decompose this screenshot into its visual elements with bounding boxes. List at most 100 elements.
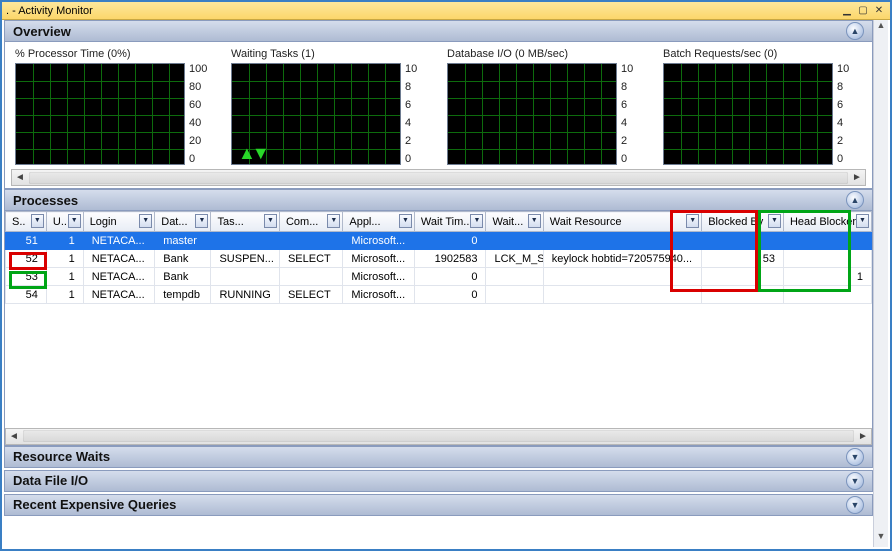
col-header[interactable]: Tas... ▼ <box>211 212 280 232</box>
cell-task <box>211 232 280 250</box>
filter-dropdown-icon[interactable]: ▼ <box>68 214 81 228</box>
filter-dropdown-icon[interactable]: ▼ <box>31 214 44 228</box>
scroll-left-icon[interactable]: ◄ <box>12 172 28 183</box>
table-row[interactable]: 531NETACA...BankMicrosoft...01 <box>6 268 872 286</box>
mini-chart-title: Database I/O (0 MB/sec) <box>447 48 647 60</box>
col-header[interactable]: Wait... ▼ <box>486 212 543 232</box>
main-vscroll[interactable]: ▲ ▼ <box>873 20 888 547</box>
cell-login: NETACA... <box>83 268 155 286</box>
scroll-up-icon[interactable]: ▲ <box>874 20 888 36</box>
filter-dropdown-icon[interactable]: ▼ <box>768 214 781 228</box>
mini-chart-title: Waiting Tasks (1) <box>231 48 431 60</box>
col-label: Login <box>90 216 117 228</box>
datafile-io-collapse-icon[interactable]: ▼ <box>846 472 864 490</box>
cell-cmd <box>279 268 342 286</box>
cell-app: Microsoft... <box>343 268 415 286</box>
expensive-queries-collapse-icon[interactable]: ▼ <box>846 496 864 514</box>
processes-header[interactable]: Processes ▲ <box>4 189 873 211</box>
resource-waits-header[interactable]: Resource Waits ▼ <box>4 446 873 468</box>
processes-body: S..▼U..▼Login▼Dat...▼Tas...▼Com...▼Appl.… <box>4 211 873 446</box>
cell-cmd: SELECT <box>279 286 342 304</box>
scroll-thumb[interactable] <box>874 36 888 531</box>
col-label: S.. <box>12 216 25 228</box>
cell-wres <box>543 268 701 286</box>
cell-wt: 0 <box>414 286 486 304</box>
titlebar[interactable]: . - Activity Monitor ▁ ▢ ✕ <box>2 2 890 20</box>
expensive-queries-header[interactable]: Recent Expensive Queries ▼ <box>4 494 873 516</box>
col-header[interactable]: U..▼ <box>46 212 83 232</box>
col-label: Wait... <box>492 216 523 228</box>
y-axis: 1086420 <box>833 63 863 165</box>
col-header[interactable]: S.. ▼ <box>6 212 47 232</box>
overview-hscroll[interactable]: ◄ ► <box>11 169 866 186</box>
chart-spike-icon: ▲▼ <box>238 143 266 164</box>
col-header[interactable]: Dat...▼ <box>155 212 211 232</box>
filter-dropdown-icon[interactable]: ▼ <box>856 214 869 228</box>
col-header[interactable]: Com... ▼ <box>279 212 342 232</box>
table-row[interactable]: 511NETACA...masterMicrosoft...0 <box>6 232 872 250</box>
scroll-right-icon[interactable]: ► <box>855 431 871 442</box>
filter-dropdown-icon[interactable]: ▼ <box>327 214 340 228</box>
filter-dropdown-icon[interactable]: ▼ <box>528 214 541 228</box>
processes-collapse-icon[interactable]: ▲ <box>846 191 864 209</box>
col-label: Wait Resource <box>550 216 622 228</box>
cell-cmd: SELECT <box>279 250 342 268</box>
expensive-queries-title: Recent Expensive Queries <box>13 497 176 512</box>
y-axis: 100806040200 <box>185 63 215 165</box>
filter-dropdown-icon[interactable]: ▼ <box>139 214 152 228</box>
col-header[interactable]: Blocked By▼ <box>702 212 784 232</box>
cell-db: Bank <box>155 250 211 268</box>
mini-chart-1: Waiting Tasks (1) ▲▼ 1086420 <box>231 48 431 165</box>
cell-app: Microsoft... <box>343 286 415 304</box>
table-header-row: S..▼U..▼Login▼Dat...▼Tas...▼Com...▼Appl.… <box>6 212 872 232</box>
cell-hb <box>783 286 871 304</box>
cell-sid: 51 <box>6 232 47 250</box>
processes-title: Processes <box>13 193 78 208</box>
scroll-track[interactable] <box>29 172 848 184</box>
scroll-right-icon[interactable]: ► <box>849 172 865 183</box>
col-header[interactable]: Wait Tim...▼ <box>414 212 486 232</box>
overview-header[interactable]: Overview ▲ <box>4 20 873 42</box>
filter-dropdown-icon[interactable]: ▼ <box>686 214 699 228</box>
table-row[interactable]: 541NETACA...tempdbRUNNINGSELECTMicrosoft… <box>6 286 872 304</box>
window-title: . - Activity Monitor <box>6 5 838 17</box>
cell-wt: 1902583 <box>414 250 486 268</box>
cell-wty <box>486 232 543 250</box>
table-row[interactable]: 521NETACA...BankSUSPEN...SELECTMicrosoft… <box>6 250 872 268</box>
col-header[interactable]: Appl...▼ <box>343 212 415 232</box>
filter-dropdown-icon[interactable]: ▼ <box>470 214 483 228</box>
cell-sid: 52 <box>6 250 47 268</box>
cell-wres <box>543 286 701 304</box>
col-header[interactable]: Login ▼ <box>83 212 155 232</box>
close-button[interactable]: ✕ <box>872 4 886 17</box>
scroll-left-icon[interactable]: ◄ <box>6 431 22 442</box>
filter-dropdown-icon[interactable]: ▼ <box>264 214 277 228</box>
col-label: Com... <box>286 216 318 228</box>
chart-canvas <box>663 63 833 165</box>
col-label: Wait Tim... <box>421 216 473 228</box>
y-axis: 1086420 <box>401 63 431 165</box>
processes-table[interactable]: S..▼U..▼Login▼Dat...▼Tas...▼Com...▼Appl.… <box>5 211 872 424</box>
scroll-down-icon[interactable]: ▼ <box>874 531 888 547</box>
cell-bby <box>702 286 784 304</box>
cell-db: tempdb <box>155 286 211 304</box>
cell-bby: 53 <box>702 250 784 268</box>
maximize-button[interactable]: ▢ <box>856 4 870 17</box>
overview-body: % Processor Time (0%)100806040200Waiting… <box>4 42 873 189</box>
overview-collapse-icon[interactable]: ▲ <box>846 22 864 40</box>
col-header[interactable]: Wait Resource ▼ <box>543 212 701 232</box>
minimize-button[interactable]: ▁ <box>840 4 854 17</box>
resource-waits-collapse-icon[interactable]: ▼ <box>846 448 864 466</box>
processes-hscroll[interactable]: ◄ ► <box>5 428 872 445</box>
cell-wres <box>543 232 701 250</box>
filter-dropdown-icon[interactable]: ▼ <box>399 214 412 228</box>
scroll-track[interactable] <box>23 430 854 442</box>
col-label: Tas... <box>217 216 243 228</box>
col-header[interactable]: Head Blocker▼ <box>783 212 871 232</box>
mini-chart-3: Batch Requests/sec (0)1086420 <box>663 48 863 165</box>
datafile-io-header[interactable]: Data File I/O ▼ <box>4 470 873 492</box>
filter-dropdown-icon[interactable]: ▼ <box>195 214 208 228</box>
cell-cmd <box>279 232 342 250</box>
cell-u: 1 <box>46 268 83 286</box>
cell-login: NETACA... <box>83 250 155 268</box>
